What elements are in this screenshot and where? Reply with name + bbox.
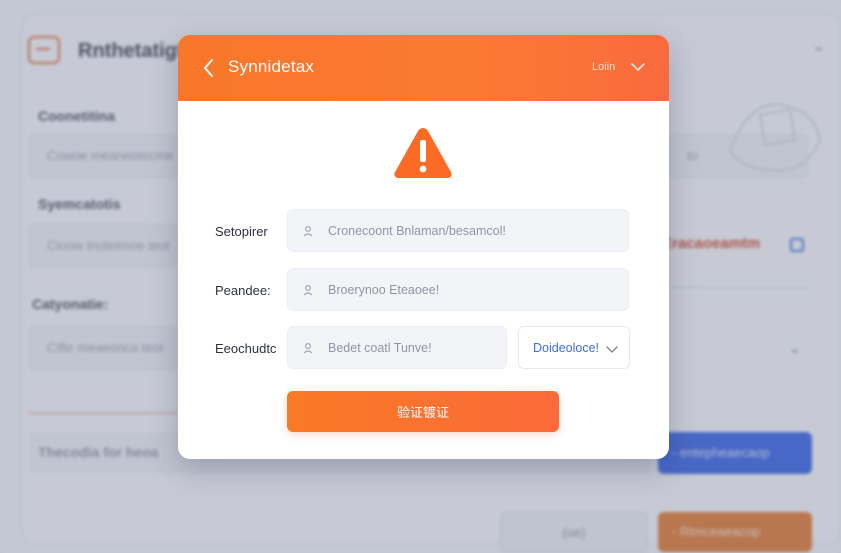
header-login-link[interactable]: Loiin (592, 61, 615, 73)
field-label-eeochudtc: Eeochudtc (215, 341, 277, 356)
input-placeholder: Cronecoont Bnlaman/besamcol! (328, 224, 506, 238)
submit-button[interactable]: 验证镀证 (287, 391, 559, 432)
option-select[interactable]: Doideoloce! (518, 326, 630, 369)
peandee-input[interactable]: Broerynoo Eteaoee! (287, 268, 629, 311)
select-value: Doideoloce! (533, 341, 600, 355)
eeochudtc-input[interactable]: Bedet coatl Tunve! (287, 326, 507, 369)
setopirer-input[interactable]: Cronecoont Bnlaman/besamcol! (287, 209, 629, 252)
dialog-title: Synnidetax (228, 57, 315, 76)
chevron-left-icon[interactable] (200, 56, 218, 80)
dialog-header: Synnidetax Loiin (178, 35, 669, 101)
verification-dialog: Synnidetax Loiin Setopirer Cronecoont Bn… (178, 35, 669, 459)
field-label-setopirer: Setopirer (215, 224, 268, 239)
warning-triangle-icon (394, 128, 452, 178)
input-placeholder: Bedet coatl Tunve! (328, 341, 432, 355)
input-dot-icon (303, 284, 313, 296)
chevron-down-icon[interactable] (630, 59, 646, 75)
input-dot-icon (303, 225, 313, 237)
input-placeholder: Broerynoo Eteaoee! (328, 283, 440, 297)
chevron-down-icon (606, 346, 618, 353)
field-label-peandee: Peandee: (215, 283, 271, 298)
input-dot-icon (303, 342, 313, 354)
